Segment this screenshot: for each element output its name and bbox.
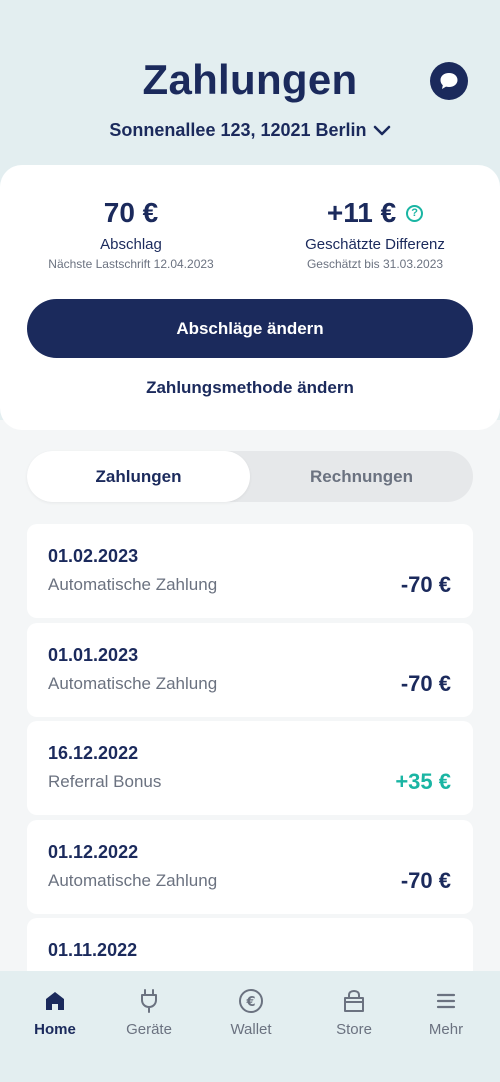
transaction-description: Referral Bonus bbox=[48, 772, 162, 791]
tab-payments[interactable]: Zahlungen bbox=[27, 451, 250, 502]
nav-wallet[interactable]: € Wallet bbox=[201, 987, 301, 1038]
chevron-down-icon bbox=[373, 125, 390, 135]
transaction-amount: -70 € bbox=[400, 868, 451, 893]
bottom-nav: Home Geräte € Wallet Store Mehr bbox=[0, 971, 500, 1082]
home-icon bbox=[41, 987, 69, 1015]
change-payment-method-button[interactable]: Zahlungsmethode ändern bbox=[0, 378, 500, 398]
euro-icon: € bbox=[237, 987, 265, 1015]
installment-stat: 70 € Abschlag Nächste Lastschrift 12.04.… bbox=[6, 195, 256, 271]
transaction-description: Automatische Zahlung bbox=[48, 575, 218, 594]
nav-label: Store bbox=[336, 1021, 372, 1038]
transaction-row[interactable]: 16.12.2022 Referral Bonus +35 € bbox=[27, 721, 473, 815]
address-selector[interactable]: Sonnenallee 123, 12021 Berlin bbox=[0, 120, 500, 141]
chat-button[interactable] bbox=[430, 62, 468, 100]
transaction-description: Automatische Zahlung bbox=[48, 674, 218, 693]
nav-home[interactable]: Home bbox=[5, 987, 105, 1038]
page-title: Zahlungen bbox=[142, 56, 358, 103]
transaction-date: 16.12.2022 bbox=[48, 743, 139, 763]
summary-card: 70 € Abschlag Nächste Lastschrift 12.04.… bbox=[0, 165, 500, 430]
nav-store[interactable]: Store bbox=[304, 987, 404, 1038]
difference-value: +11 € bbox=[326, 197, 397, 228]
transaction-description: Automatische Zahlung bbox=[48, 871, 218, 890]
bag-icon bbox=[340, 987, 368, 1015]
tab-bar: Zahlungen Rechnungen bbox=[27, 451, 473, 502]
nav-devices[interactable]: Geräte bbox=[99, 987, 199, 1038]
transaction-row[interactable]: 01.12.2022 Automatische Zahlung -70 € bbox=[27, 820, 473, 914]
difference-label: Geschätzte Differenz bbox=[305, 236, 445, 253]
tab-invoices[interactable]: Rechnungen bbox=[250, 451, 473, 502]
transaction-date: 01.11.2022 bbox=[48, 940, 138, 960]
nav-label: Mehr bbox=[428, 1021, 464, 1038]
transaction-amount: +35 € bbox=[395, 769, 451, 794]
plug-icon bbox=[135, 987, 163, 1015]
transaction-amount: -70 € bbox=[400, 572, 451, 597]
chat-bubble-icon bbox=[440, 73, 458, 89]
installment-value: 70 € bbox=[103, 197, 159, 228]
nav-more[interactable]: Mehr bbox=[396, 987, 496, 1038]
next-debit-text: Nächste Lastschrift 12.04.2023 bbox=[48, 257, 214, 271]
nav-label: Wallet bbox=[230, 1021, 272, 1038]
transaction-date: 01.12.2022 bbox=[48, 842, 139, 862]
help-icon[interactable]: ? bbox=[406, 204, 424, 222]
transaction-date: 01.02.2023 bbox=[48, 546, 139, 566]
header: Zahlungen Sonnenallee 123, 12021 Berlin bbox=[0, 0, 500, 165]
transaction-row[interactable]: 01.01.2023 Automatische Zahlung -70 € bbox=[27, 623, 473, 717]
transaction-row[interactable]: 01.02.2023 Automatische Zahlung -70 € bbox=[27, 524, 473, 618]
svg-text:€: € bbox=[245, 995, 255, 1010]
nav-label: Home bbox=[34, 1021, 76, 1038]
estimate-text: Geschätzt bis 31.03.2023 bbox=[306, 257, 444, 271]
change-installments-button[interactable]: Abschläge ändern bbox=[27, 299, 473, 358]
address-label: Sonnenallee 123, 12021 Berlin bbox=[109, 120, 367, 140]
difference-stat: +11 € ? Geschätzte Differenz Geschätzt b… bbox=[250, 195, 500, 271]
transaction-date: 01.01.2023 bbox=[48, 645, 139, 665]
installment-label: Abschlag bbox=[100, 236, 162, 253]
transaction-amount: -70 € bbox=[400, 671, 451, 696]
nav-label: Geräte bbox=[126, 1021, 172, 1038]
menu-icon bbox=[432, 987, 460, 1015]
